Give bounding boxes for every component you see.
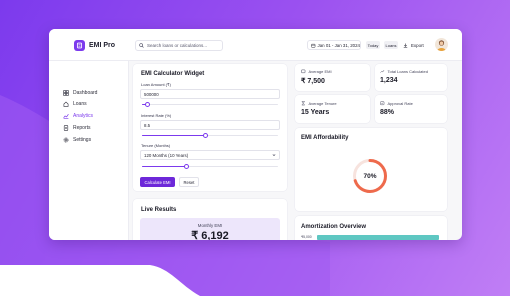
tenure-label: Tenure (Months) [141, 143, 171, 148]
monthly-emi-value: ₹ 6,192 [191, 230, 229, 240]
app-logo[interactable]: EMI Pro [74, 40, 115, 51]
top-bar: EMI Pro Search loans or calculations... … [49, 29, 462, 61]
sidebar-item-reports[interactable]: Reports [63, 123, 91, 132]
live-results-title: Live Results [141, 207, 177, 213]
monthly-emi-label: Monthly EMI [197, 223, 223, 228]
amortization-axis-label: ₹5,000 [301, 235, 312, 239]
sidebar-item-label: Settings [73, 136, 92, 143]
badge-check-icon [380, 101, 385, 106]
calculator-title: EMI Calculator Widget [141, 71, 205, 77]
approval-rate-label: Approval Rate [380, 101, 413, 106]
export-button[interactable]: Export [403, 41, 424, 49]
trend-up-icon [380, 70, 385, 74]
document-icon [63, 124, 69, 131]
affordability-percent: 70% [363, 173, 376, 180]
sidebar-item-label: Dashboard [73, 89, 98, 96]
sidebar-item-analytics[interactable]: Analytics [63, 111, 93, 120]
chart-icon [63, 113, 69, 119]
avatar[interactable] [435, 38, 448, 51]
calculate-emi-button[interactable]: Calculate EMI [140, 177, 175, 187]
logo-icon [74, 40, 85, 51]
average-emi-value: ₹ 7,500 [301, 78, 325, 85]
download-icon [403, 43, 408, 48]
approval-rate-value: 88% [380, 109, 395, 116]
gear-icon [63, 137, 69, 142]
affordability-title: EMI Affordability [301, 135, 349, 141]
sidebar-item-label: Reports [73, 124, 91, 131]
filter-loans[interactable]: Loans [384, 41, 398, 49]
total-loans-value: 1,234 [380, 77, 398, 84]
sidebar-item-label: Analytics [73, 112, 94, 119]
hourglass-icon [301, 101, 306, 106]
app-name: EMI Pro [89, 42, 116, 49]
chevron-down-icon [272, 154, 276, 156]
search-input[interactable]: Search loans or calculations... [135, 40, 223, 51]
tenure-selected-value: 120 Months (10 Years) [144, 152, 189, 158]
sidebar-item-loans[interactable]: Loans [63, 99, 87, 108]
loan-amount-field[interactable]: 500000 [140, 89, 280, 99]
date-range-picker[interactable]: Jan 01 - Jan 31, 2024 [307, 40, 361, 50]
reset-button[interactable]: Reset [179, 177, 199, 187]
interest-rate-label: Interest Rate (%) [141, 113, 172, 118]
sidebar-item-label: Loans [73, 100, 87, 107]
calendar-icon [311, 43, 316, 48]
interest-rate-field[interactable]: 8.5 [140, 120, 280, 130]
monthly-emi-box: Monthly EMI ₹ 6,192 [140, 218, 280, 240]
search-icon [139, 43, 144, 48]
export-label: Export [411, 42, 424, 48]
loan-amount-label: Loan Amount (₹) [141, 82, 171, 87]
filter-today[interactable]: Today [366, 41, 380, 49]
average-emi-label: Average EMI [301, 69, 332, 74]
sidebar: Dashboard Loans Analytics Reports Settin… [49, 61, 129, 240]
average-tenure-label: Average Tenure [301, 101, 337, 106]
sidebar-item-settings[interactable]: Settings [63, 135, 91, 144]
wallet-icon [301, 69, 306, 74]
tenure-select[interactable]: 120 Months (10 Years) [140, 150, 280, 160]
app-window: EMI Pro Search loans or calculations... … [49, 29, 462, 240]
date-range-text: Jan 01 - Jan 31, 2024 [317, 42, 360, 48]
total-loans-label: Total Loans Calculated [380, 69, 428, 74]
search-placeholder: Search loans or calculations... [147, 43, 208, 48]
amortization-bar [317, 235, 439, 240]
grid-icon [63, 89, 69, 96]
affordability-gauge: 70% [353, 159, 387, 193]
average-tenure-value: 15 Years [301, 109, 330, 116]
sidebar-item-dashboard[interactable]: Dashboard [63, 88, 97, 97]
home-icon [63, 101, 69, 107]
amortization-title: Amortization Overview [301, 224, 367, 230]
